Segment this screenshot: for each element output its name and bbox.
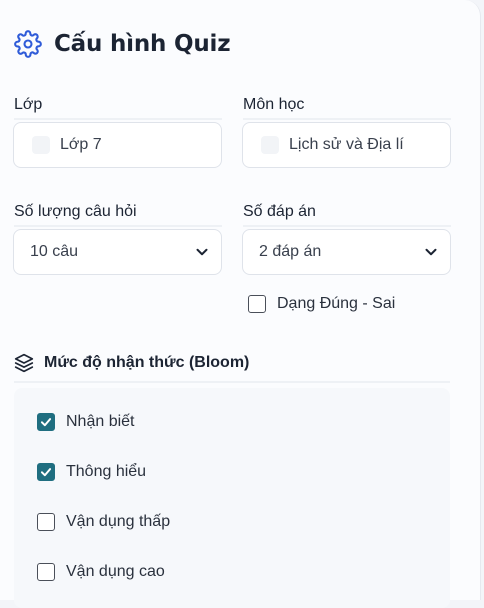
chevron-down-icon: [425, 248, 437, 256]
bloom-level-label: Vận dụng thấp: [66, 513, 171, 530]
bloom-level-van-dung-thap[interactable]: Vận dụng thấp: [37, 513, 170, 531]
layers-icon: [14, 353, 34, 373]
true-false-option[interactable]: Dạng Đúng - Sai: [248, 295, 395, 313]
checkbox-unchecked[interactable]: [37, 513, 55, 531]
bloom-title-text: Mức độ nhận thức (Bloom): [44, 354, 250, 371]
quiz-config-panel: Cấu hình Quiz Lớp Lớp 7 Môn học Lịch sử …: [0, 0, 481, 608]
check-icon: [40, 468, 52, 477]
subject-label: Môn học: [243, 96, 451, 120]
class-field[interactable]: Lớp 7: [13, 122, 222, 168]
bloom-level-label: Thông hiểu: [66, 463, 147, 480]
bloom-level-label: Nhận biết: [66, 413, 135, 430]
checkbox-checked[interactable]: [37, 413, 55, 431]
checkbox-unchecked[interactable]: [37, 563, 55, 581]
answer-count-value: 2 đáp án: [259, 243, 322, 260]
checkbox-checked[interactable]: [37, 463, 55, 481]
bloom-level-thong-hieu[interactable]: Thông hiểu: [37, 463, 146, 481]
subject-field[interactable]: Lịch sử và Địa lí: [242, 122, 451, 168]
subject-field-value: Lịch sử và Địa lí: [289, 136, 404, 153]
class-field-icon: [32, 136, 50, 154]
class-label: Lớp: [14, 96, 222, 120]
answer-count-select[interactable]: 2 đáp án: [242, 229, 451, 275]
bloom-section-title: Mức độ nhận thức (Bloom): [14, 353, 450, 383]
question-count-select[interactable]: 10 câu: [13, 229, 222, 275]
panel-header: Cấu hình Quiz: [14, 30, 231, 58]
subject-field-icon: [261, 136, 279, 154]
page-title: Cấu hình Quiz: [54, 31, 231, 57]
chevron-down-icon: [196, 248, 208, 256]
check-icon: [40, 418, 52, 427]
gear-icon: [14, 30, 42, 58]
answer-count-label: Số đáp án: [243, 203, 451, 227]
bloom-level-nhan-biet[interactable]: Nhận biết: [37, 413, 135, 431]
true-false-label: Dạng Đúng - Sai: [277, 295, 396, 312]
true-false-checkbox[interactable]: [248, 295, 266, 313]
bloom-level-van-dung-cao[interactable]: Vận dụng cao: [37, 563, 165, 581]
question-count-label: Số lượng câu hỏi: [14, 203, 222, 227]
question-count-value: 10 câu: [30, 243, 79, 260]
bloom-level-label: Vận dụng cao: [66, 563, 165, 580]
class-field-value: Lớp 7: [60, 136, 102, 153]
